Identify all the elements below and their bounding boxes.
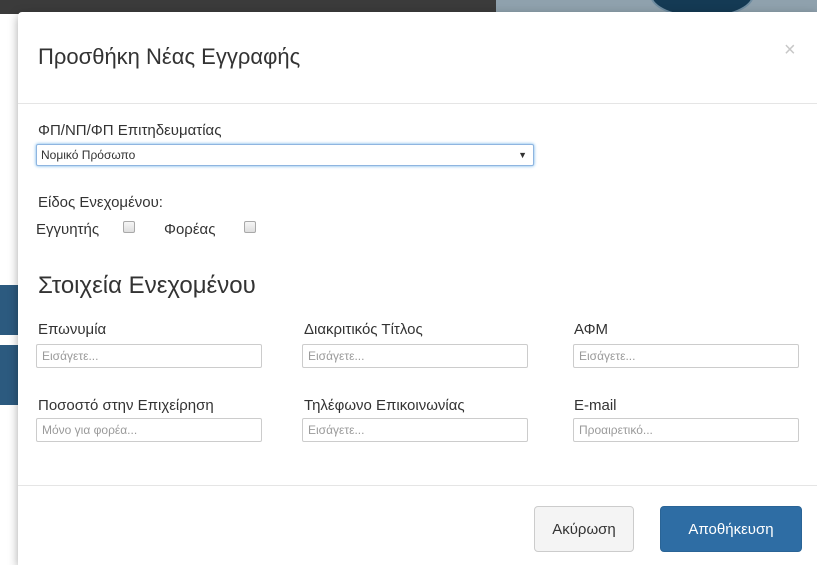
ownership-percentage-label: Ποσοστό στην Επιχείρηση [38,397,214,414]
modal-title: Προσθήκη Νέας Εγγραφής [38,44,301,69]
email-input[interactable] [573,418,799,442]
caret-down-icon: ▼ [518,150,527,160]
footer-divider [18,485,817,486]
distinctive-title-label: Διακριτικός Τίτλος [304,321,423,338]
distinctive-title-input[interactable] [302,344,528,368]
tax-id-label: ΑΦΜ [574,321,609,338]
ownership-percentage-input[interactable] [36,418,262,442]
involved-type-label: Είδος Ενεχομένου: [38,194,163,211]
company-name-input[interactable] [36,344,262,368]
background-panel [0,345,18,405]
company-name-label: Επωνυμία [38,321,107,338]
save-button[interactable]: Αποθήκευση [660,506,802,552]
tax-id-input[interactable] [573,344,799,368]
guarantor-label: Εγγυητής [36,221,100,238]
involved-details-title: Στοιχεία Ενεχομένου [38,272,256,299]
person-type-selected-value: Νομικό Πρόσωπο [41,148,136,162]
email-label: E-mail [574,397,617,414]
cancel-button[interactable]: Ακύρωση [534,506,634,552]
phone-input[interactable] [302,418,528,442]
person-type-label: ΦΠ/ΝΠ/ΦΠ Επιτηδευματίας [38,122,222,139]
add-record-modal: Προσθήκη Νέας Εγγραφής × ΦΠ/ΝΠ/ΦΠ Επιτηδ… [18,12,817,565]
carrier-label: Φορέας [164,221,216,238]
carrier-checkbox[interactable] [244,221,256,233]
guarantor-checkbox[interactable] [123,221,135,233]
phone-label: Τηλέφωνο Επικοινωνίας [304,397,465,414]
person-type-select[interactable]: Νομικό Πρόσωπο ▼ [36,144,534,166]
close-icon[interactable]: × [784,40,796,60]
modal-header: Προσθήκη Νέας Εγγραφής × [18,12,817,104]
background-panel [0,285,18,335]
